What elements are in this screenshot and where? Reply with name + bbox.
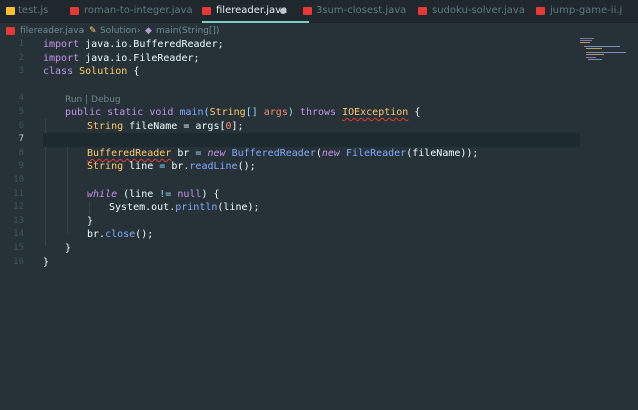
minimap-line [580, 38, 594, 39]
minimap-line [586, 54, 604, 55]
breadcrumb-file[interactable]: filereader.java [20, 23, 84, 39]
tab-test-js[interactable]: test.js [18, 0, 48, 22]
indent-guide [89, 201, 90, 215]
line-number: 10 [13, 175, 24, 185]
line-number: 11 [13, 188, 24, 199]
tab-jump-game-ii[interactable]: jump-game-ii.j [550, 0, 622, 22]
code-line-13: } [87, 215, 94, 227]
class-icon: ✎ [89, 26, 97, 36]
breadcrumb-class[interactable]: Solution [100, 23, 137, 39]
breadcrumb-separator: › [81, 26, 85, 36]
line-number: 14 [13, 229, 24, 240]
minimap-line [586, 52, 626, 53]
line-number: 16 [13, 256, 24, 267]
tab-roman-to-integer[interactable]: roman-to-integer.java [84, 0, 193, 22]
minimap-line [586, 57, 596, 58]
minimap-line [588, 59, 602, 60]
code-line-14: br.close(); [87, 229, 154, 241]
minimap-line [580, 40, 592, 41]
line-number: 1 [18, 39, 24, 49]
minimap-line [584, 46, 620, 47]
breadcrumb-method[interactable]: main(String[]) [156, 23, 219, 39]
line-number: 15 [13, 243, 24, 253]
code-line-16: } [43, 256, 50, 268]
java-file-icon [6, 27, 15, 35]
line-number: 12 [13, 202, 24, 213]
line-number: 8 [18, 147, 24, 158]
minimap-line [580, 42, 590, 43]
current-line-highlight [43, 133, 580, 147]
indent-guide [67, 133, 68, 233]
tab-sudoku-solver[interactable]: sudoku-solver.java [432, 0, 525, 22]
minimap[interactable] [580, 38, 630, 60]
breadcrumb-separator: › [137, 26, 141, 36]
code-line-11: while (line != null) { [87, 188, 220, 200]
modified-dot-icon[interactable] [280, 8, 286, 14]
tab-3sum-closest[interactable]: 3sum-closest.java [316, 0, 406, 22]
code-line-1: import java.io.BufferedReader; [43, 39, 224, 50]
java-file-icon [536, 7, 545, 15]
line-number: 4 [18, 93, 24, 104]
code-line-9: String line = br.readLine(); [87, 161, 256, 173]
line-number: 6 [18, 120, 24, 131]
line-number: 13 [13, 215, 24, 226]
line-number: 2 [18, 52, 24, 63]
minimap-line [586, 48, 602, 49]
js-file-icon [6, 7, 15, 15]
java-file-icon [202, 7, 211, 15]
line-number: 3 [18, 66, 24, 77]
code-line-15: } [65, 243, 72, 254]
code-line-8: BufferedReader br = new BufferedReader(n… [87, 147, 479, 159]
tab-bar: test.js roman-to-integer.java filereader… [0, 0, 638, 23]
line-number: 5 [18, 107, 24, 117]
java-file-icon [70, 7, 79, 15]
code-line-6: String fileName = args[0]; [87, 120, 244, 132]
java-file-icon [418, 7, 427, 15]
code-line-3: class Solution { [43, 66, 140, 78]
java-file-icon [303, 7, 312, 15]
line-number: 9 [18, 161, 24, 172]
code-line-12: System.out.println(line); [109, 202, 260, 214]
method-icon: ◆ [145, 26, 152, 36]
code-line-5: public static void main(String[] args) t… [65, 107, 421, 118]
code-line-2: import java.io.FileReader; [43, 52, 200, 64]
tab-filereader[interactable]: filereader.java [201, 0, 310, 23]
line-number-current: 7 [18, 134, 24, 145]
breadcrumb: filereader.java › ✎ Solution › ◆ main(St… [0, 23, 638, 39]
